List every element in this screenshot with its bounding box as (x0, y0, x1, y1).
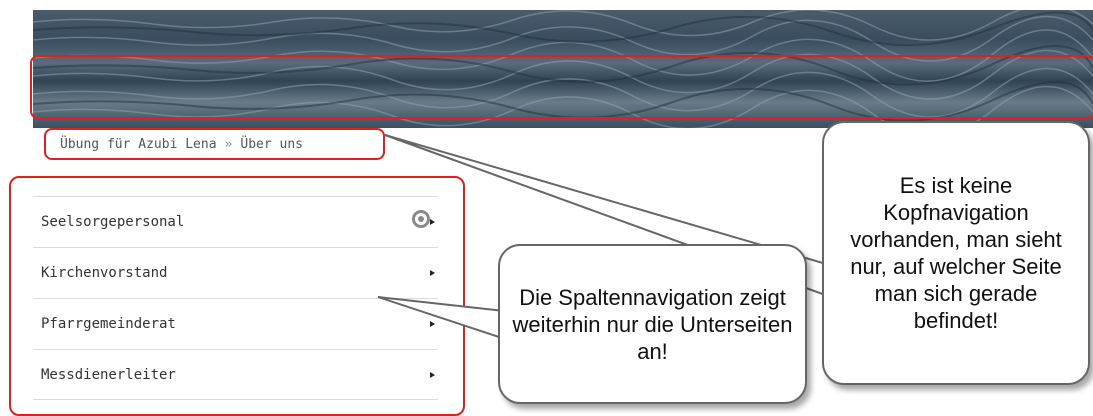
callout-text: Die Spaltennavigation zeigt weiterhin nu… (512, 284, 793, 364)
callout-no-header-navigation: Es ist keine Kopfnavigation vorhanden, m… (822, 121, 1090, 385)
callout-text: Es ist keine Kopfnavigation vorhanden, m… (850, 173, 1062, 333)
callout-middle-pointer (377, 296, 516, 342)
callout-column-navigation: Die Spaltennavigation zeigt weiterhin nu… (498, 244, 807, 404)
